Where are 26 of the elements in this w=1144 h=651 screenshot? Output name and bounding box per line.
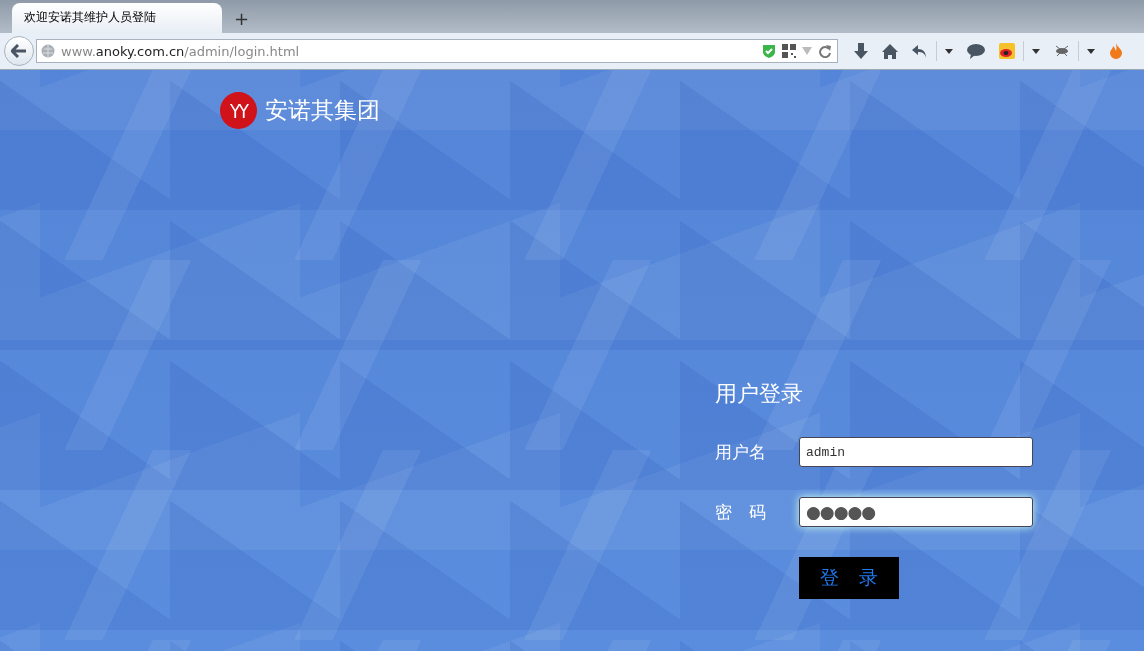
bug-icon[interactable]	[1054, 45, 1070, 57]
browser-tab[interactable]: 欢迎安诺其维护人员登陆	[12, 3, 222, 33]
field-label: 用户名	[715, 440, 767, 464]
logo-icon: YY	[220, 92, 257, 129]
caret-icon[interactable]	[1032, 48, 1040, 54]
caret-icon[interactable]	[945, 48, 953, 54]
reload-icon[interactable]	[818, 44, 831, 58]
home-icon[interactable]	[882, 43, 898, 59]
password-field[interactable]: ●●●●●	[799, 497, 1033, 527]
back-arrow-icon	[11, 44, 27, 58]
globe-icon	[41, 44, 55, 58]
undo-icon[interactable]	[912, 43, 928, 59]
company-name: 安诺其集团	[265, 96, 380, 125]
field-label: 密 码	[715, 500, 768, 524]
caret-icon[interactable]	[1087, 48, 1095, 54]
speech-bubble-icon[interactable]	[967, 43, 985, 59]
download-icon[interactable]	[854, 43, 868, 59]
login-button[interactable]: 登 录	[799, 557, 899, 599]
address-bar[interactable]: www.anoky.com.cn/admin/login.html	[36, 39, 838, 63]
username-field[interactable]: admin	[799, 437, 1033, 467]
login-title: 用户登录	[715, 380, 804, 408]
new-tab-button[interactable]: +	[234, 10, 250, 28]
qr-code-icon[interactable]	[782, 44, 796, 58]
back-button[interactable]	[4, 36, 34, 66]
url-text: www.anoky.com.cn/admin/login.html	[61, 43, 301, 59]
shield-check-icon[interactable]	[762, 43, 776, 59]
